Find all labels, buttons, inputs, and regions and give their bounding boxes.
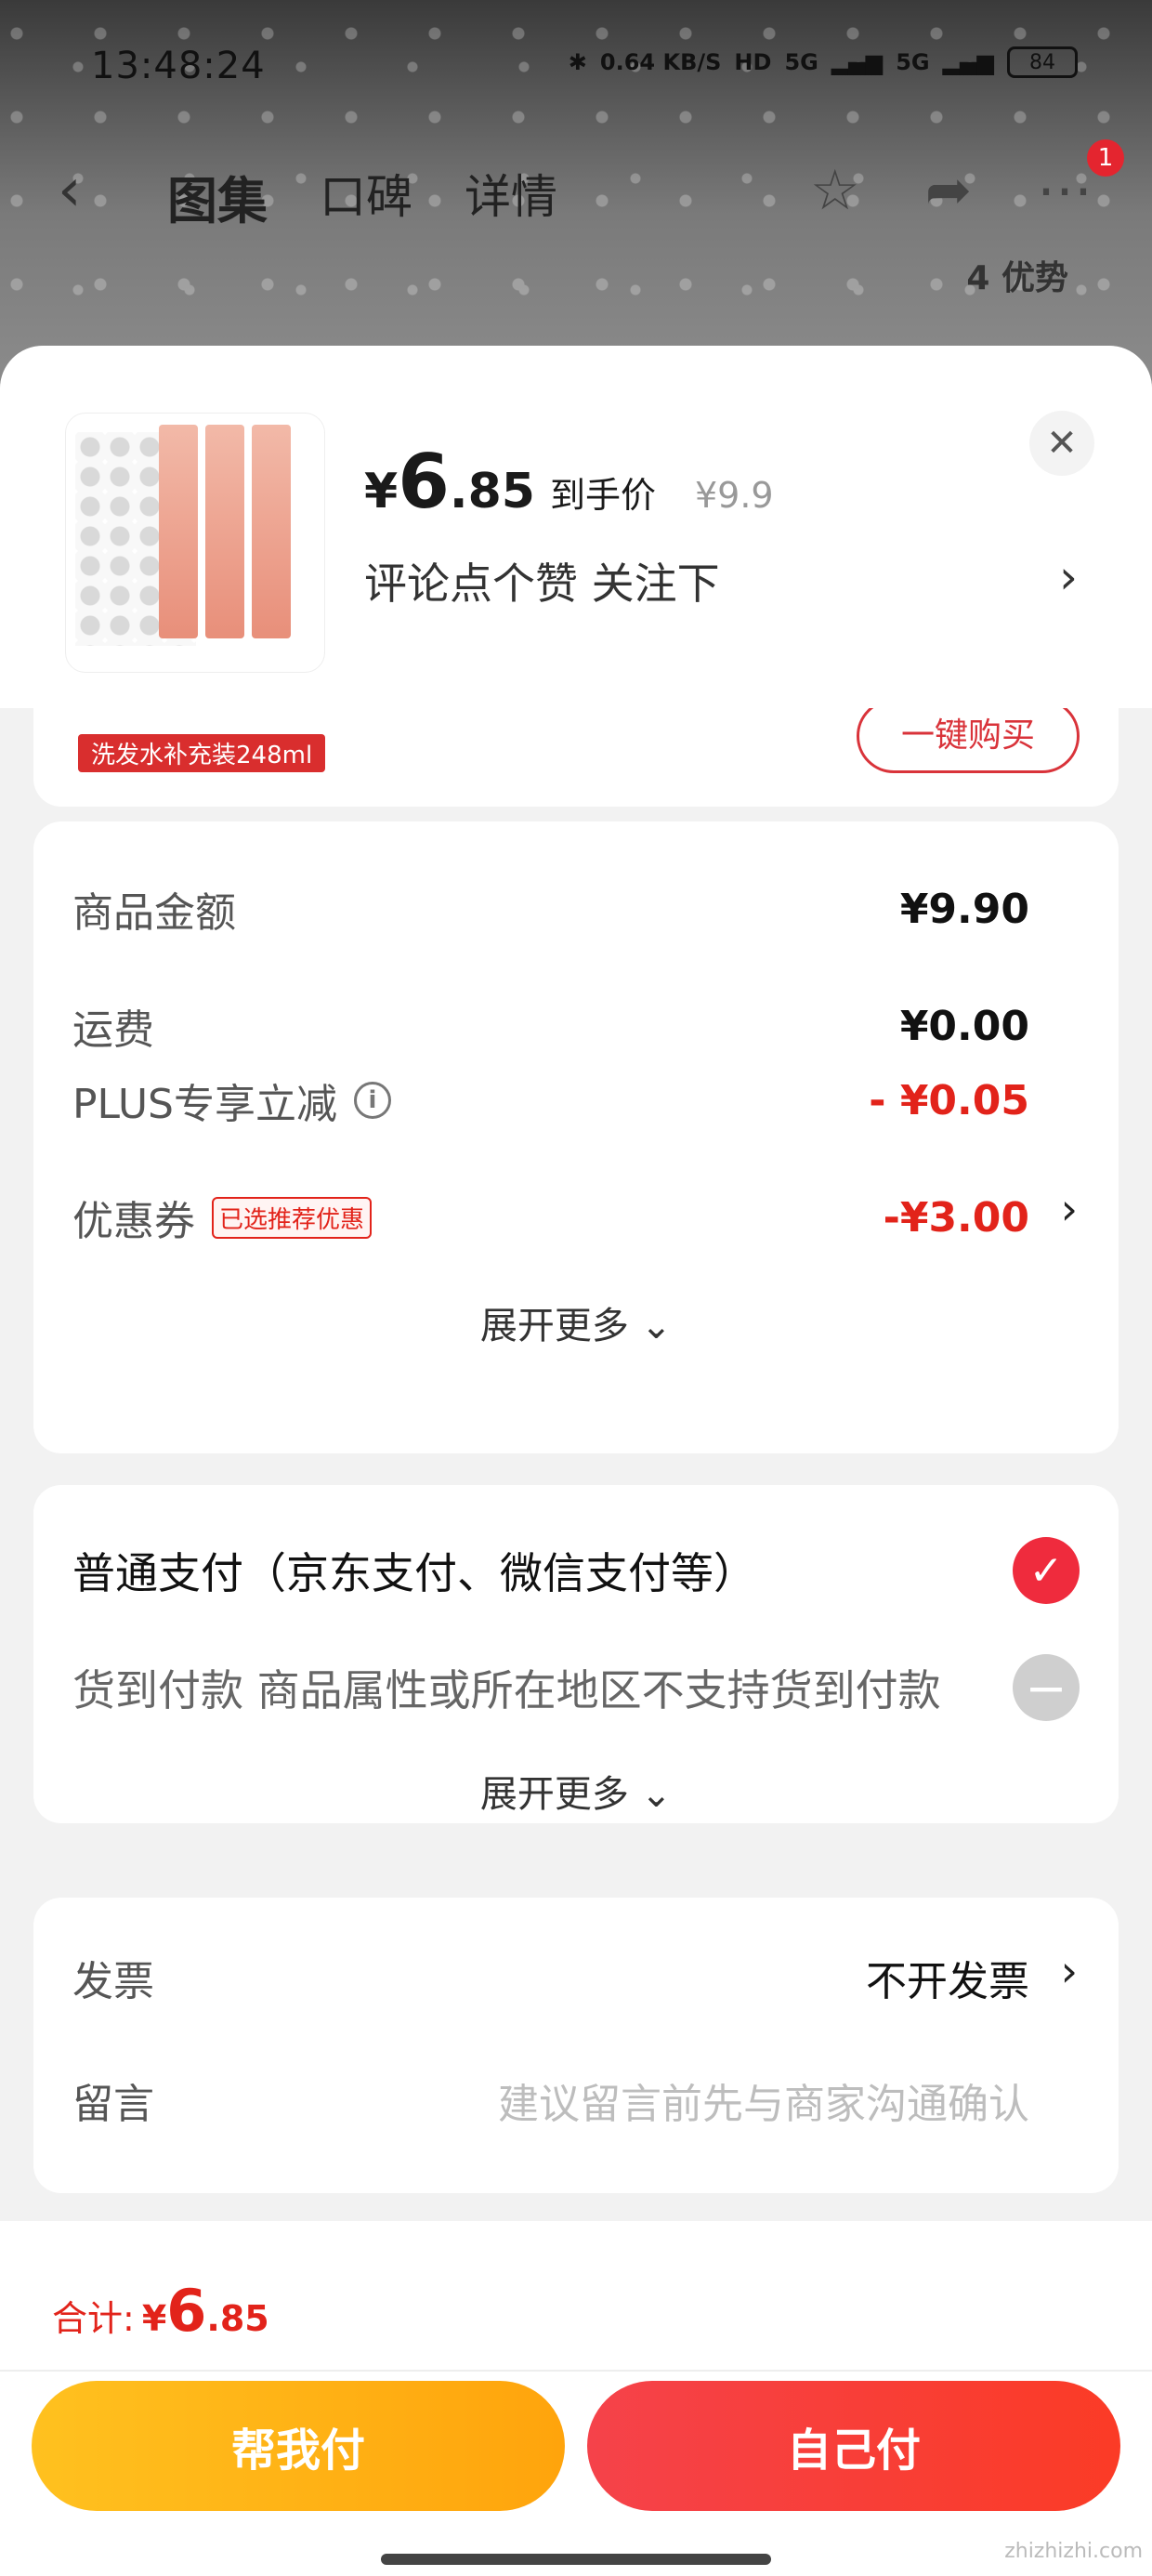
chevron-down-icon: ⌄ [640,1305,673,1347]
coupon-text: 优惠券 [72,1198,195,1245]
checkmark-icon[interactable]: ✓ [1013,1537,1080,1604]
promo-text[interactable]: 评论点个赞 关注下 [364,550,720,611]
tissue-pack-image [159,425,198,638]
expand-more-payment[interactable]: 展开更多 ⌄ [33,1764,1119,1818]
normal-pay-label: 普通支付（京东支付、微信支付等） [72,1548,756,1598]
price-label: 到手价 [549,475,656,516]
disabled-minus-icon: − [1013,1654,1080,1721]
payment-card: 普通支付（京东支付、微信支付等） ✓ 货到付款 商品属性或所在地区不支持货到付款… [33,1485,1119,1823]
coupon-value: -¥3.00 [883,1193,1029,1242]
close-icon: ✕ [1046,422,1078,465]
expand-more-price[interactable]: 展开更多 ⌄ [33,1295,1119,1349]
notification-badge: 1 [1087,139,1124,177]
status-icons: ✱ 0.64 KB/S HD 5G ▂▄▆ 5G ▂▄▆ 84 [569,46,1078,78]
top-nav: ‹ 图集 口碑 详情 ☆ ➦ ⋯ 1 [0,139,1152,242]
price-currency: ¥ [364,464,399,519]
row-plus-discount: PLUS专享立减 i - ¥0.05 [72,1071,1029,1130]
plus-discount-value: - ¥0.05 [869,1076,1029,1124]
cod-label: 货到付款 商品属性或所在地区不支持货到付款 [72,1665,941,1715]
nav-icons: ☆ ➦ ⋯ [810,158,1093,223]
invoice-value: 不开发票 [866,1958,1029,2005]
close-button[interactable]: ✕ [1029,411,1094,476]
message-input[interactable]: 建议留言前先与商家沟通确认 [498,2070,1029,2130]
expand-more-text: 展开更多 [479,1305,629,1347]
row-invoice[interactable]: 发票 不开发票 [72,1948,1029,2007]
signal-icon-1: 5G [784,49,818,75]
payment-option-normal[interactable]: 普通支付（京东支付、微信支付等） ✓ [72,1537,1080,1604]
plus-discount-text: PLUS专享立减 [72,1081,337,1128]
signal-bars-icon-2: ▂▄▆ [942,49,994,75]
extra-card: 发票 不开发票 › 留言 建议留言前先与商家沟通确认 [33,1898,1119,2193]
bluetooth-icon: ✱ [568,49,587,75]
expand-more-text: 展开更多 [479,1773,629,1816]
product-thumbnail [65,413,325,673]
friend-pay-button[interactable]: 帮我付 [32,2381,565,2511]
signal-icon-2: 5G [896,49,930,75]
watermark: zhizhizhi.com [1004,2540,1143,2563]
nav-tabs: 图集 口碑 详情 [167,160,557,233]
total-decimal: .85 [206,2298,269,2339]
hd-icon: HD [734,49,772,75]
divider [0,2370,1152,2372]
final-price: ¥ 6 .85 到手价 ¥9.9 [364,439,774,525]
sheet-header: ¥ 6 .85 到手价 ¥9.9 评论点个赞 关注下 › ✕ [0,346,1152,708]
home-indicator[interactable] [381,2554,771,2565]
total-currency: ¥ [141,2298,167,2339]
coupon-recommend-tag: 已选推荐优惠 [212,1196,373,1239]
price-detail-card-lower: PLUS专享立减 i - ¥0.05 优惠券 已选推荐优惠 -¥3.00 › 展… [33,1077,1119,1453]
plus-discount-label: PLUS专享立减 i [72,1071,391,1130]
info-icon[interactable]: i [354,1082,391,1119]
invoice-label: 发票 [72,1958,154,2005]
back-arrow-icon[interactable]: ‹ [58,156,82,225]
star-favorite-icon[interactable]: ☆ [810,158,860,223]
payment-option-cod: 货到付款 商品属性或所在地区不支持货到付款 − [72,1654,1080,1721]
original-price: ¥9.9 [695,475,774,516]
total-integer: 6 [166,2277,207,2345]
one-click-buy-button[interactable]: 一键购买 [857,699,1080,773]
tissue-pack-image [252,425,291,638]
total-label: 合计: [52,2298,135,2339]
chevron-down-icon: ⌄ [640,1773,673,1816]
status-time: 13:48:24 [91,45,266,87]
tissue-pack-image [205,425,244,638]
more-icon[interactable]: ⋯ [1037,158,1093,223]
chevron-right-icon[interactable]: › [1061,1946,1078,1996]
advantage-label: 4 优势 [966,259,1068,297]
signal-bars-icon: ▂▄▆ [831,49,884,75]
chevron-right-icon[interactable]: › [1061,1184,1078,1234]
total-price: 合计: ¥ 6 .85 [52,2277,269,2345]
price-decimal: .85 [449,464,535,519]
battery-icon: 84 [1007,46,1078,78]
promo-tag: 洗发水补充装248ml [78,734,326,772]
chevron-right-icon[interactable]: › [1059,550,1078,604]
tab-reviews[interactable]: 口碑 [320,160,412,233]
row-coupon[interactable]: 优惠券 已选推荐优惠 -¥3.00 [72,1188,1029,1247]
price-integer: 6 [398,439,450,525]
coupon-label: 优惠券 已选推荐优惠 [72,1188,373,1247]
self-pay-button[interactable]: 自己付 [587,2381,1120,2511]
tab-gallery[interactable]: 图集 [167,160,268,233]
row-message[interactable]: 留言 建议留言前先与商家沟通确认 [72,2070,1029,2130]
message-label: 留言 [72,2081,154,2128]
share-icon[interactable]: ➦ [925,158,972,223]
tab-details[interactable]: 详情 [465,160,557,233]
status-bar: 13:48:24 ✱ 0.64 KB/S HD 5G ▂▄▆ 5G ▂▄▆ 84 [0,37,1152,102]
bottom-bar: 合计: ¥ 6 .85 帮我付 自己付 zhizhizhi.com [0,2221,1152,2576]
net-speed: 0.64 KB/S [599,49,722,75]
